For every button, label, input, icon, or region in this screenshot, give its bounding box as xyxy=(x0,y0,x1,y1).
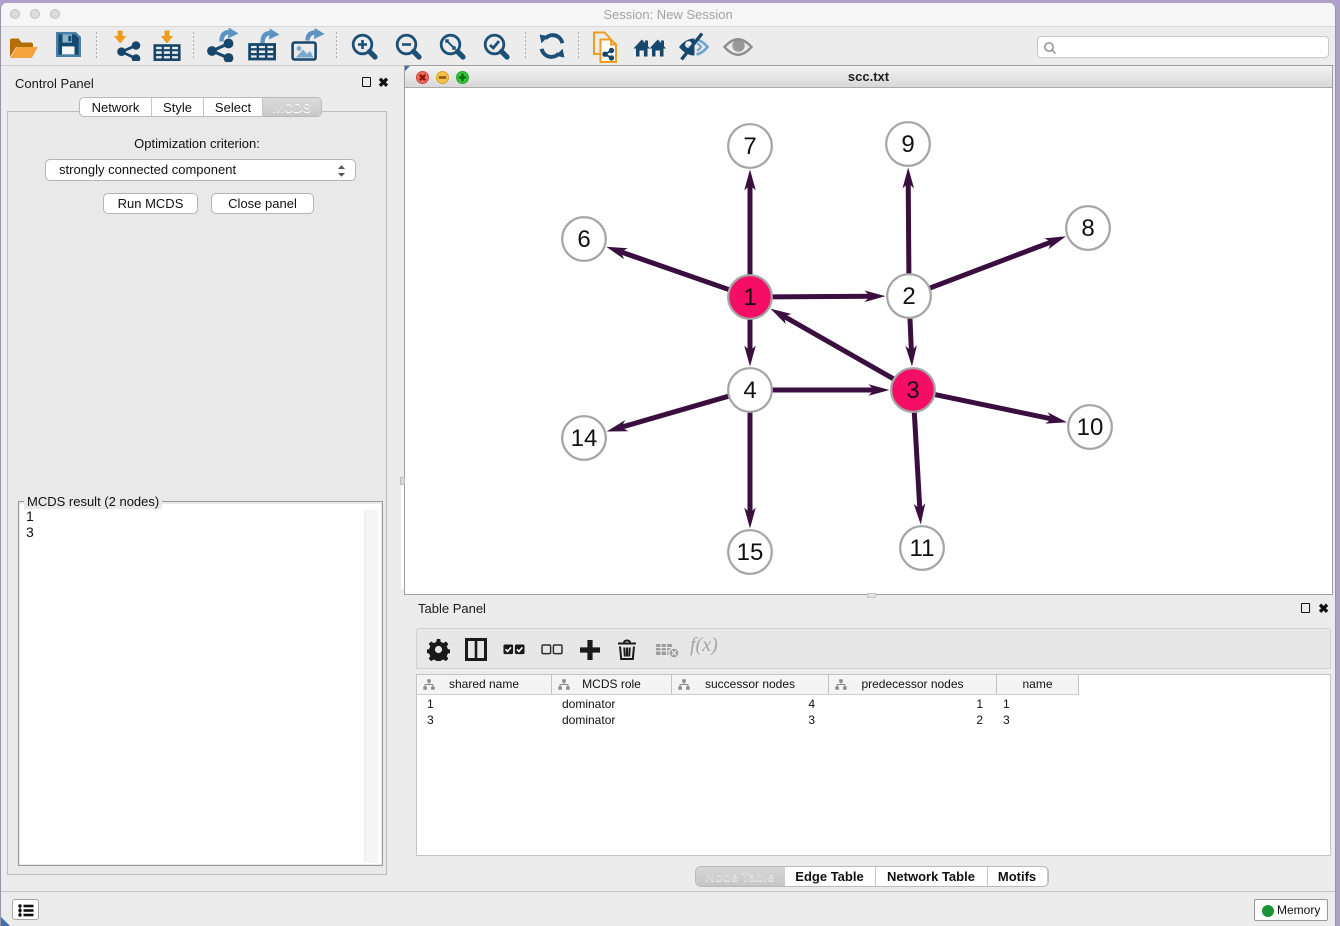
svg-text:6: 6 xyxy=(577,226,590,253)
svg-text:15: 15 xyxy=(737,539,764,566)
svg-text:4: 4 xyxy=(743,377,756,404)
svg-text:7: 7 xyxy=(743,133,756,160)
svg-text:10: 10 xyxy=(1077,414,1104,441)
svg-text:1: 1 xyxy=(743,284,756,311)
svg-text:9: 9 xyxy=(901,131,914,158)
svg-text:14: 14 xyxy=(571,425,598,452)
svg-text:2: 2 xyxy=(902,283,915,310)
svg-text:3: 3 xyxy=(906,377,919,404)
svg-text:8: 8 xyxy=(1081,215,1094,242)
svg-text:11: 11 xyxy=(910,535,935,562)
